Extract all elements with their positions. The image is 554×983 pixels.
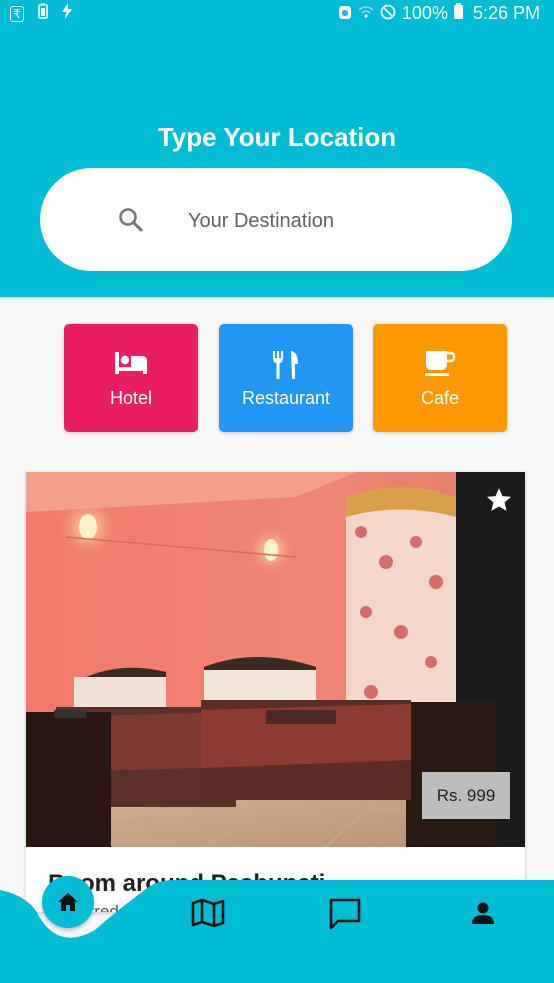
do-not-disturb-icon [380,4,396,24]
rupee-icon: ₹ [10,5,24,22]
category-hotel-button[interactable]: Hotel [64,324,198,432]
search-bar[interactable] [40,168,512,271]
battery-percent: 100% [401,3,448,23]
restaurant-icon [272,351,298,379]
listing-card[interactable]: Rs. 999 Room around Pashupati Preferred [26,472,525,912]
map-icon [191,898,225,928]
nav-chat-button[interactable] [328,897,362,936]
status-bar: ₹ 100% 5:26 PM [0,0,554,28]
nav-map-button[interactable] [190,897,226,934]
nav-home-button[interactable] [42,876,94,928]
category-label: Hotel [109,388,153,408]
price-tag: Rs. 999 [422,772,510,819]
search-input[interactable] [186,200,490,242]
person-icon [472,902,494,924]
battery-saver-icon [37,3,48,24]
nav-profile-button[interactable] [470,900,496,931]
category-cafe-button[interactable]: Cafe [373,324,507,432]
home-icon [58,893,78,911]
search-icon [119,208,143,232]
header: ₹ 100% 5:26 PM Type Your Location Your D… [0,0,554,297]
star-icon[interactable] [485,486,513,514]
alarm-icon [338,4,352,24]
cafe-icon [425,351,456,376]
category-label: Cafe [420,388,460,408]
category-label: Restaurant [241,388,331,408]
bed-icon [115,352,147,374]
battery-icon [453,3,463,24]
wifi-icon [358,5,374,23]
page-title: Type Your Location [157,122,397,152]
chat-icon [329,898,361,930]
charging-icon [61,3,72,24]
category-restaurant-button[interactable]: Restaurant [219,324,353,432]
clock: 5:26 PM [472,3,540,23]
